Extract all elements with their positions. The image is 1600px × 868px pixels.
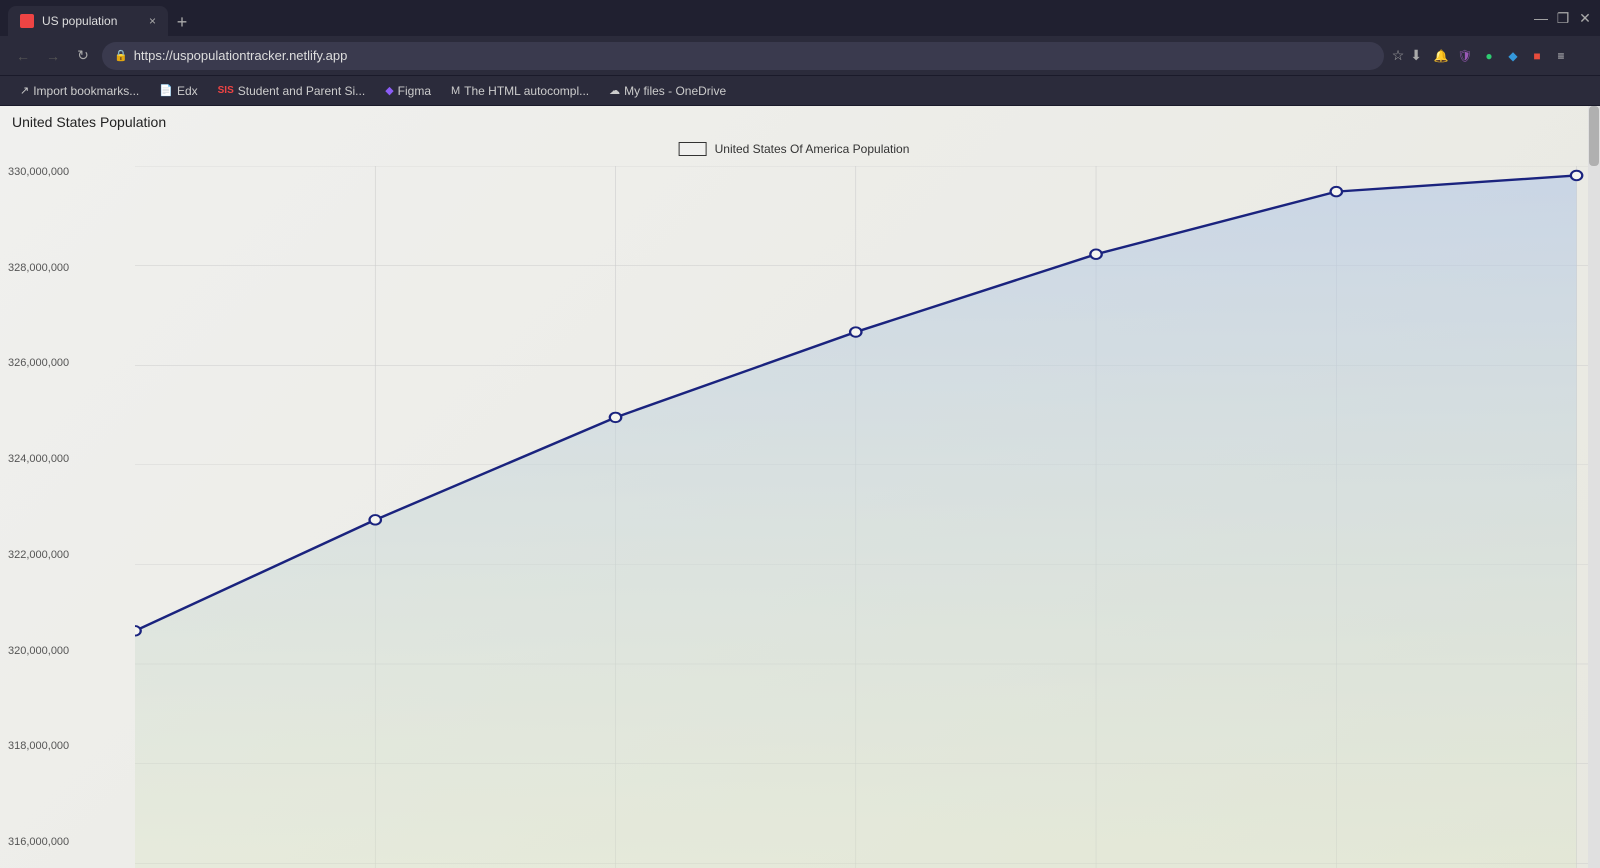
new-tab-button[interactable]: + (168, 8, 196, 36)
data-point-6[interactable] (1571, 171, 1582, 180)
refresh-button[interactable]: ↻ (72, 47, 94, 64)
bookmark-html[interactable]: M The HTML autocompl... (443, 82, 597, 100)
browser-tab[interactable]: US population × (8, 6, 168, 36)
window-controls: — ❐ ✕ (1534, 11, 1592, 25)
tab-close-button[interactable]: × (149, 14, 156, 28)
chart-svg-wrapper (135, 166, 1588, 868)
bookmark-icon-sis: SIS (218, 85, 234, 96)
bookmark-import[interactable]: ↗ Import bookmarks... (12, 82, 147, 100)
ext-1[interactable]: 🔔 (1430, 45, 1452, 67)
back-button[interactable]: ← (12, 48, 34, 64)
bookmarks-bar: ↗ Import bookmarks... 📄 Edx SIS Student … (0, 76, 1600, 106)
bookmark-figma[interactable]: ◆ Figma (377, 82, 439, 100)
extensions-row: 🔔 🛡 ● ◆ ■ ≡ (1430, 45, 1588, 67)
tab-bar: US population × + (8, 0, 196, 36)
lock-icon: 🔒 (114, 49, 128, 62)
legend-label: United States Of America Population (715, 142, 910, 156)
download-icon[interactable]: ⬇ (1410, 47, 1422, 64)
title-bar: US population × + — ❐ ✕ (0, 0, 1600, 36)
forward-button[interactable]: → (42, 48, 64, 64)
bookmark-label-sis: Student and Parent Si... (238, 84, 365, 98)
data-point-1[interactable] (370, 515, 381, 524)
ext-3[interactable]: ● (1478, 45, 1500, 67)
chart-container: United States Of America Population 330,… (0, 126, 1588, 868)
page-content: United States Population United States O… (0, 106, 1600, 868)
tab-favicon (20, 14, 34, 28)
y-label-3: 324,000,000 (8, 453, 69, 465)
bookmark-label-edx: Edx (177, 84, 198, 98)
y-axis-labels: 330,000,000 328,000,000 326,000,000 324,… (8, 166, 69, 848)
ext-5[interactable]: ■ (1526, 45, 1548, 67)
address-right-icons: ☆ ⬇ (1392, 47, 1422, 64)
data-point-5[interactable] (1331, 187, 1342, 196)
ext-2[interactable]: 🛡 (1454, 45, 1476, 67)
chart-svg (135, 166, 1588, 868)
address-bar-row: ← → ↻ 🔒 https://uspopulationtracker.netl… (0, 36, 1600, 76)
close-button[interactable]: ✕ (1578, 11, 1592, 25)
ext-4[interactable]: ◆ (1502, 45, 1524, 67)
bookmark-icon-edx: 📄 (159, 84, 173, 97)
url-text: https://uspopulationtracker.netlify.app (134, 48, 1372, 63)
y-label-0: 330,000,000 (8, 166, 69, 178)
y-label-6: 318,000,000 (8, 740, 69, 752)
data-point-2[interactable] (610, 413, 621, 422)
scrollbar[interactable] (1588, 106, 1600, 868)
data-point-4[interactable] (1090, 249, 1101, 258)
scrollbar-thumb[interactable] (1589, 106, 1599, 166)
chart-legend: United States Of America Population (679, 142, 910, 156)
data-point-0[interactable] (135, 626, 141, 635)
bookmark-icon-html: M (451, 85, 460, 97)
bookmark-label-html: The HTML autocompl... (464, 84, 589, 98)
bookmark-edx[interactable]: 📄 Edx (151, 82, 205, 100)
bookmark-onedrive[interactable]: ☁ My files - OneDrive (601, 82, 734, 100)
y-label-5: 320,000,000 (8, 645, 69, 657)
legend-color-box (679, 142, 707, 156)
bookmark-icon-figma: ◆ (385, 84, 393, 97)
bookmark-icon-import: ↗ (20, 84, 29, 97)
y-label-1: 328,000,000 (8, 262, 69, 274)
tab-label: US population (42, 14, 141, 28)
bookmark-sis[interactable]: SIS Student and Parent Si... (210, 82, 374, 100)
maximize-button[interactable]: ❐ (1556, 11, 1570, 25)
y-label-2: 326,000,000 (8, 357, 69, 369)
address-box[interactable]: 🔒 https://uspopulationtracker.netlify.ap… (102, 42, 1384, 70)
y-label-7: 316,000,000 (8, 836, 69, 848)
menu-icon[interactable]: ≡ (1550, 45, 1572, 67)
data-point-3[interactable] (850, 327, 861, 336)
bookmark-label-import: Import bookmarks... (33, 84, 139, 98)
star-icon[interactable]: ☆ (1392, 47, 1405, 64)
minimize-button[interactable]: — (1534, 11, 1548, 25)
bookmark-icon-onedrive: ☁ (609, 84, 620, 97)
bookmark-label-onedrive: My files - OneDrive (624, 84, 726, 98)
y-label-4: 322,000,000 (8, 549, 69, 561)
browser-chrome: US population × + — ❐ ✕ ← → ↻ 🔒 https://… (0, 0, 1600, 106)
bookmark-label-figma: Figma (398, 84, 431, 98)
